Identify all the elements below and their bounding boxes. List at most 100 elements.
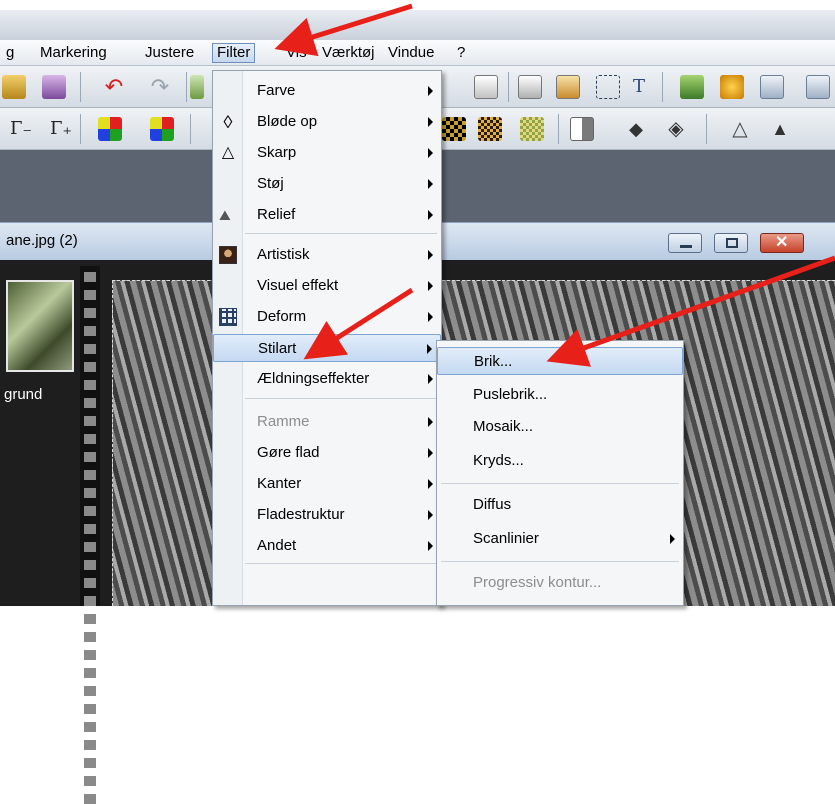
minimize-icon[interactable]	[668, 233, 702, 253]
filter-menu-item-9[interactable]: Ældningseffekter	[213, 365, 441, 393]
filter-menu-item-5[interactable]: Artistisk	[213, 241, 441, 269]
submenu-arrow-icon	[428, 210, 433, 220]
filter-menu-item-2[interactable]: △ Skarp	[213, 139, 441, 167]
filter-menu-item-14[interactable]: Andet	[213, 532, 441, 560]
filmstrip-hole	[84, 488, 96, 498]
window-icon[interactable]	[760, 75, 784, 99]
menu-item-label: Støj	[257, 175, 284, 192]
filter-menu-item-7[interactable]: Deform	[213, 303, 441, 331]
menu-vindue[interactable]: Vindue	[384, 43, 438, 63]
submenu-arrow-icon	[428, 374, 433, 384]
filter-menu-item-11[interactable]: Gøre flad	[213, 439, 441, 467]
relief-tool-icon[interactable]: △	[728, 117, 752, 141]
filmstrip-hole	[84, 308, 96, 318]
sharpen-icon[interactable]: ▲	[768, 117, 792, 141]
stilart-menu-item-4[interactable]: Diffus	[437, 491, 683, 519]
close-icon[interactable]: ✕	[760, 233, 804, 253]
filmstrip-hole	[84, 452, 96, 462]
filter-menu-item-6[interactable]: Visuel effekt	[213, 272, 441, 300]
submenu-arrow-icon	[428, 281, 433, 291]
stilart-menu-item-0[interactable]: Brik...	[437, 347, 683, 375]
menu-markering[interactable]: Markering	[36, 43, 111, 63]
filter-menu-item-3[interactable]: Støj	[213, 170, 441, 198]
menu-item-label: Scanlinier	[473, 530, 539, 547]
menu-item-label: Ældningseffekter	[257, 370, 370, 387]
stilart-menu-item-5[interactable]: Scanlinier	[437, 525, 683, 553]
filter-menu-item-8[interactable]: Stilart	[213, 334, 441, 362]
rotate-icon[interactable]	[556, 75, 580, 99]
mosaic-icon[interactable]	[478, 117, 502, 141]
menu-item-label: Bløde op	[257, 113, 318, 130]
partial-tool-icon[interactable]	[190, 75, 204, 99]
submenu-arrow-icon	[428, 117, 433, 127]
filmstrip-hole	[84, 632, 96, 642]
menu-filter[interactable]: Filter	[212, 43, 256, 63]
maximize-icon[interactable]	[714, 233, 748, 253]
filter-menu-item-10[interactable]: Ramme	[213, 408, 441, 436]
window-top-band	[0, 0, 835, 40]
menu-item-label: Brik...	[474, 353, 513, 370]
clone-icon[interactable]	[474, 75, 498, 99]
pixelate-icon[interactable]	[442, 117, 466, 141]
drop-small-icon[interactable]: ◆	[624, 117, 648, 141]
filter-menu-item-13[interactable]: Fladestruktur	[213, 501, 441, 529]
stilart-menu-item-3[interactable]: Kryds...	[437, 447, 683, 475]
stilart-menu-item-2[interactable]: Mosaik...	[437, 413, 683, 441]
filmstrip-hole	[84, 560, 96, 570]
contrast-icon[interactable]	[570, 117, 594, 141]
menu-help[interactable]: ?	[453, 43, 469, 63]
window2-icon[interactable]	[806, 75, 830, 99]
menu-justere[interactable]: Justere	[141, 43, 198, 63]
relief-icon: ⛰	[219, 207, 231, 223]
gamma-plus-icon[interactable]: Γ₊	[50, 118, 72, 139]
menu-vis[interactable]: Vis	[282, 43, 311, 63]
filmstrip-hole	[84, 470, 96, 480]
menu-partial[interactable]: g	[2, 43, 18, 63]
menu-item-label: Kanter	[257, 475, 302, 492]
filter-menu-item-4[interactable]: ⛰ Relief	[213, 201, 441, 229]
menu-item-label: Skarp	[257, 144, 297, 161]
stilart-menu-item-1[interactable]: Puslebrik...	[437, 381, 683, 409]
menu-item-label: Andet	[257, 537, 297, 554]
resize-icon[interactable]	[518, 75, 542, 99]
submenu-arrow-icon	[428, 417, 433, 427]
layer-thumbnail[interactable]	[6, 280, 74, 372]
scan-icon[interactable]	[42, 75, 66, 99]
submenu-arrow-icon	[427, 344, 432, 354]
menu-vaerktoej[interactable]: Værktøj	[318, 43, 379, 63]
submenu-arrow-icon	[428, 510, 433, 520]
undo-icon[interactable]: ↶	[102, 75, 126, 99]
filter-menu-item-12[interactable]: Kanter	[213, 470, 441, 498]
gamma-minus-icon[interactable]: Γ₋	[10, 118, 32, 139]
redo-icon[interactable]: ↷	[148, 75, 172, 99]
print-icon[interactable]	[2, 75, 26, 99]
filmstrip-hole	[84, 506, 96, 516]
rgb-minus-icon[interactable]	[98, 117, 122, 141]
submenu-arrow-icon	[428, 86, 433, 96]
filmstrip-hole	[84, 614, 96, 624]
filter-menu: Farve ◊ Bløde op △ Skarp Støj ⛰ Relief Artistisk…	[212, 70, 442, 606]
menu-item-label: Ramme	[257, 413, 310, 430]
effects-icon[interactable]	[720, 75, 744, 99]
submenu-arrow-icon	[428, 312, 433, 322]
drop-outline-icon: ◊	[223, 112, 233, 132]
menu-item-label: Visuel effekt	[257, 277, 339, 294]
submenu-arrow-icon	[428, 448, 433, 458]
filter-menu-item-1[interactable]: ◊ Bløde op	[213, 108, 441, 136]
stilart-menu-item-6[interactable]: Progressiv kontur...	[437, 569, 683, 597]
filmstrip-hole	[84, 596, 96, 606]
filmstrip-hole	[84, 758, 96, 768]
filmstrip	[80, 266, 100, 804]
submenu-arrow-icon	[428, 479, 433, 489]
drop-large-icon[interactable]: ◈	[664, 117, 688, 141]
menu-item-label: Gøre flad	[257, 444, 320, 461]
menu-item-label: Deform	[257, 308, 307, 325]
select-rect-icon[interactable]	[596, 75, 620, 99]
tile-icon[interactable]	[520, 117, 544, 141]
menu-item-label: Farve	[257, 82, 296, 99]
layers-icon[interactable]	[680, 75, 704, 99]
filmstrip-hole	[84, 776, 96, 786]
filter-menu-item-0[interactable]: Farve	[213, 77, 441, 105]
text-tool-icon[interactable]: T	[633, 76, 645, 97]
rgb-plus-icon[interactable]	[150, 117, 174, 141]
